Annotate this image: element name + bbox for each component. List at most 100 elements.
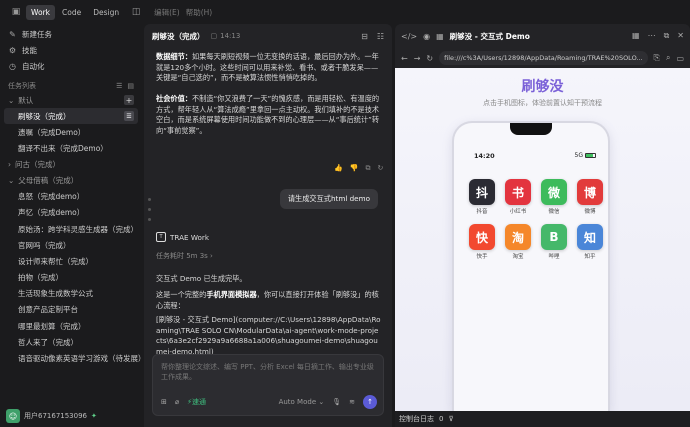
task-item[interactable]: 声忆（完成demo）	[0, 205, 142, 221]
chevron-right-icon: ›	[8, 160, 11, 170]
grid-icon[interactable]: ▦	[632, 31, 640, 41]
task-item[interactable]: 语音驱动像素英语学习游戏（待发展）	[0, 350, 146, 366]
task-group[interactable]: › 问古（完成）	[0, 157, 142, 173]
browser-tab-title: 刷够没 - 交互式 Demo	[449, 31, 530, 41]
task-item[interactable]: 原始汤：跨学科灵感生成器（完成）	[0, 221, 142, 237]
task-item[interactable]: 遗嘱（完成Demo）	[0, 124, 142, 140]
app-2[interactable]: 微微信	[540, 179, 568, 215]
app-4[interactable]: 快快手	[468, 224, 496, 260]
user-message: 请生成交互式html demo	[279, 189, 378, 209]
task-group[interactable]: ⌄ 默认 +	[0, 92, 142, 108]
refresh-icon[interactable]: ↻	[426, 54, 433, 63]
task-item[interactable]: 哪里最划算（完成）	[0, 318, 142, 334]
app-5[interactable]: 淘淘宝	[504, 224, 532, 260]
voice-wave-icon[interactable]: ≋	[349, 398, 355, 406]
filter-icon[interactable]: ☰	[116, 82, 122, 90]
automation-button[interactable]: ◷ 自动化	[6, 58, 136, 74]
automation-icon: ◷	[9, 61, 16, 71]
task-item-label: 声忆（完成demo）	[18, 208, 85, 218]
task-item[interactable]: 拍物（完成）	[0, 270, 142, 286]
fast-mode-toggle[interactable]: ⚡速通	[187, 397, 206, 407]
task-item[interactable]: 刷够没（完成） ☰	[4, 108, 138, 125]
battery-icon	[585, 153, 596, 158]
screenshot-icon[interactable]: ⎘	[654, 53, 660, 63]
trae-logo-icon: T	[156, 232, 166, 242]
menu-help[interactable]: 帮助(H)	[186, 7, 213, 18]
paperclip-icon[interactable]: ⌀	[175, 398, 179, 406]
expand-icon[interactable]: ⊟	[361, 32, 368, 41]
task-item[interactable]: 哲人来了（完成）	[0, 334, 142, 350]
user-profile[interactable]: ☺ 用户67167153096 ✦	[6, 409, 97, 423]
send-button[interactable]: ↑	[363, 395, 377, 409]
add-task-icon[interactable]: +	[124, 95, 134, 105]
copy-icon[interactable]: ⧉	[365, 164, 370, 173]
phone-notch	[510, 123, 552, 135]
close-icon[interactable]: ✕	[677, 31, 684, 41]
task-item[interactable]: 息怒（完成demo）	[0, 189, 142, 205]
open-external-icon[interactable]: ⧉	[664, 31, 670, 41]
task-item[interactable]: 生活现象生成数学公式	[0, 286, 142, 302]
microphone-icon[interactable]: 🎙	[332, 398, 341, 406]
app-grid: 抖抖音书小红书微微信博微博快快手淘淘宝 B 哔哩知知乎	[468, 179, 603, 260]
sidebar-toggle-icon[interactable]: ▣	[10, 6, 22, 18]
panel-layout-icon[interactable]: ◫	[130, 6, 142, 18]
app-0[interactable]: 抖抖音	[468, 179, 496, 215]
page-favicon-icon: ▦	[436, 31, 444, 41]
phone-mockup: 14:20 5G 抖抖音书小红书微微信博微博快快手淘淘宝 B 哔哩知知乎	[452, 121, 610, 411]
task-item[interactable]: 创意产品定制平台	[0, 302, 142, 318]
mode-select[interactable]: Auto Mode ⌄	[279, 398, 325, 406]
retry-icon[interactable]: ↻	[377, 164, 383, 173]
timeline-dots	[148, 198, 151, 221]
settings-sliders-icon[interactable]: ☷	[377, 32, 384, 41]
mode-design[interactable]: Design	[88, 5, 124, 20]
chat-time: ▢ 14:13	[210, 32, 241, 40]
url-input[interactable]: file:///c%3A/Users/12898/AppData/Roaming…	[439, 51, 648, 65]
app-name: 淘宝	[512, 254, 524, 260]
demo-link[interactable]: [刷够没 - 交互式 Demo](computer://C:\Users\128…	[156, 315, 382, 357]
attach-icon[interactable]: ⊞	[161, 398, 167, 406]
task-item[interactable]: 翻译不出来（完成Demo）	[0, 140, 142, 156]
code-view-icon[interactable]: </>	[401, 32, 417, 41]
inspect-icon[interactable]: ⌕	[666, 53, 670, 63]
filter-icon[interactable]: ⊽	[448, 415, 453, 423]
reply-intro: 这是一个完整的手机界面模拟器，你可以直接打开体验「刷够没」的核心流程：	[156, 290, 379, 310]
task-group-name: 默认	[18, 95, 34, 105]
console-label: 控制台日志	[399, 415, 434, 423]
app-6[interactable]: B 哔哩	[540, 224, 568, 260]
task-menu-icon[interactable]: ☰	[124, 111, 134, 122]
app-1[interactable]: 书小红书	[504, 179, 532, 215]
task-item-label: 遗嘱（完成Demo）	[18, 127, 86, 137]
app-7[interactable]: 知知乎	[576, 224, 604, 260]
chat-input-box[interactable]: 帮你整理论文综述、编写 PPT、分析 Excel 每日摘工作、输出专业级工作成果…	[152, 354, 384, 416]
console-bar[interactable]: 控制台日志 0 ⊽	[395, 411, 690, 427]
forward-icon[interactable]: →	[414, 54, 421, 63]
mode-code[interactable]: Code	[57, 5, 86, 20]
demo-title: 刷够没	[521, 79, 564, 95]
app-name: 小红书	[509, 209, 527, 215]
chat-panel: 刷够没（完成） ▢ 14:13 ⊟ ☷ 数据细节：如果每天刷短视频一位无变换的话…	[144, 24, 392, 427]
device-icon[interactable]: ▭	[676, 54, 684, 63]
app-icon: 微	[541, 179, 567, 205]
back-icon[interactable]: ←	[401, 54, 408, 63]
app-name: 快手	[476, 254, 488, 260]
sidebar: ✎ 新建任务 ⚙ 技能 ◷ 自动化 任务列表 ☰ ▤ ⌄ 默认 + 刷够没（完成） ☰ 遗嘱（完…	[0, 24, 146, 427]
url-bar: ← → ↻ file:///c%3A/Users/12898/AppData/R…	[395, 48, 690, 68]
skills-button[interactable]: ⚙ 技能	[6, 42, 136, 58]
chat-input[interactable]: 帮你整理论文综述、编写 PPT、分析 Excel 每日摘工作、输出专业级工作成果…	[161, 362, 375, 382]
app-3[interactable]: 博微博	[576, 179, 604, 215]
task-item[interactable]: 官网吗（完成）	[0, 237, 142, 253]
menu-edit[interactable]: 编辑(E)	[154, 7, 180, 18]
message-actions: 👍 👎 ⧉ ↻	[334, 164, 383, 173]
task-item[interactable]: 设计师来帮忙（完成）	[0, 253, 142, 269]
console-count: 0	[439, 415, 444, 423]
task-group[interactable]: ⌄ 父母借稿（完成）	[0, 173, 142, 189]
new-task-button[interactable]: ✎ 新建任务	[6, 26, 136, 42]
task-elapsed[interactable]: 任务耗时 5m 3s ›	[156, 251, 213, 261]
eye-icon[interactable]: ◉	[423, 32, 430, 41]
thumbs-down-icon[interactable]: 👎	[350, 164, 359, 173]
more-icon[interactable]: ⋯	[648, 31, 656, 41]
collapse-icon[interactable]: ▤	[127, 82, 134, 90]
mode-work[interactable]: Work	[26, 4, 55, 20]
app-icon: 淘	[505, 224, 531, 250]
thumbs-up-icon[interactable]: 👍	[334, 164, 343, 173]
